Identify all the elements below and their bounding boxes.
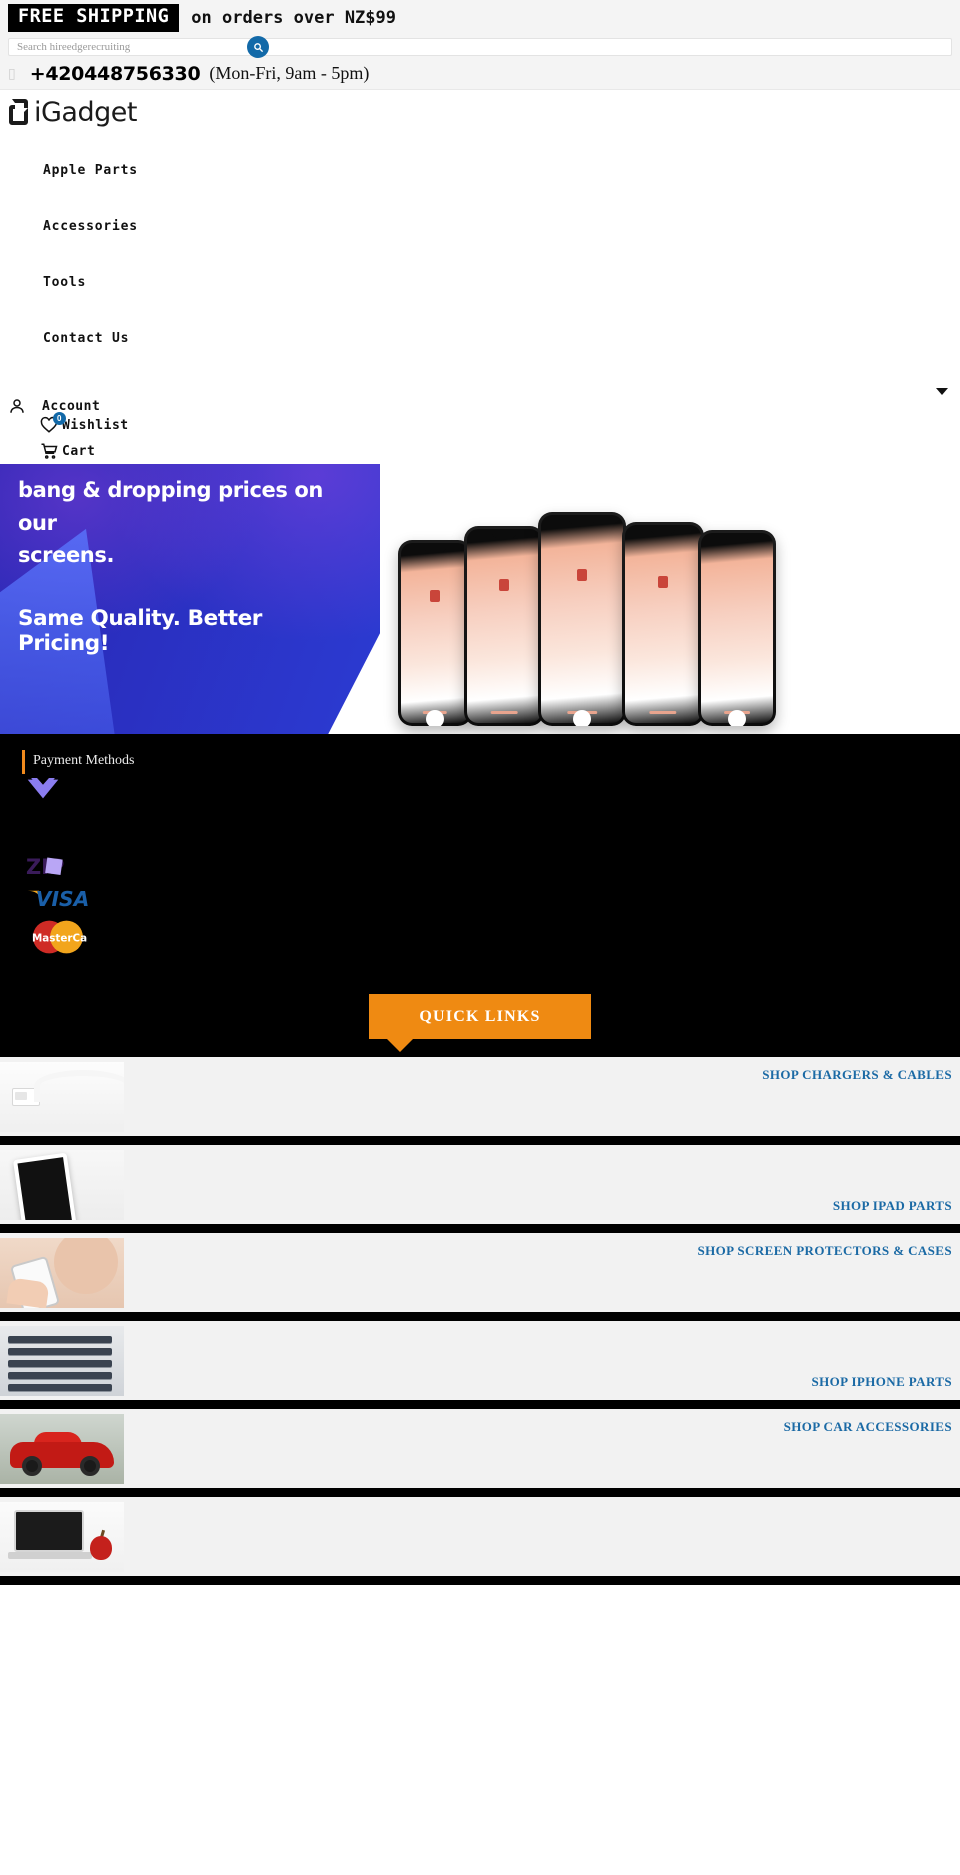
logo-wordmark: iGadget: [34, 96, 137, 128]
nav-item-apple-parts[interactable]: Apple Parts: [0, 142, 960, 198]
quick-link-label-chargers[interactable]: SHOP CHARGERS & CABLES: [762, 1067, 952, 1083]
hero-line-2: screens.: [18, 543, 115, 568]
announcement-text: on orders over NZ$99: [191, 8, 396, 28]
svg-text:MasterCard: MasterCard: [32, 932, 88, 944]
quick-link-label-screen-protectors[interactable]: SHOP SCREEN PROTECTORS & CASES: [698, 1243, 953, 1259]
quick-links-list: SHOP CHARGERS & CABLES SHOP IPAD PARTS S…: [0, 1057, 960, 1585]
hero-copy: bang & dropping prices on our screens. S…: [18, 474, 358, 656]
hero-banner[interactable]: bang & dropping prices on our screens. S…: [0, 464, 960, 734]
quick-link-tile[interactable]: SHOP IPAD PARTS: [0, 1145, 960, 1233]
phone-graphic: [538, 512, 626, 726]
announcement-bar: FREE SHIPPING on orders over NZ$99: [0, 0, 960, 36]
wishlist-link[interactable]: 0 Wishlist: [0, 412, 960, 438]
laptop-apple-photo: [0, 1502, 124, 1572]
free-shipping-chip: FREE SHIPPING: [8, 4, 180, 32]
quick-link-tile[interactable]: SHOP CHARGERS & CABLES: [0, 1057, 960, 1145]
quick-link-label-car-accessories[interactable]: SHOP CAR ACCESSORIES: [784, 1419, 952, 1435]
phone-graphic: [464, 526, 544, 726]
quick-links-banner-row: QUICK LINKS: [0, 956, 960, 1052]
quick-link-label-ipad-parts[interactable]: SHOP IPAD PARTS: [833, 1198, 952, 1214]
chevron-down-icon[interactable]: [936, 388, 948, 395]
payment-logos: ZIP VISA MasterCard: [0, 774, 960, 956]
quick-link-tile[interactable]: [0, 1497, 960, 1585]
quick-link-tile[interactable]: SHOP IPHONE PARTS: [0, 1321, 960, 1409]
footer: Payment Methods ZIP VISA MasterCard QUIC…: [0, 734, 960, 1057]
phone-outline-icon: [9, 99, 28, 125]
wishlist-count-badge: 0: [53, 412, 66, 425]
search-input[interactable]: [9, 39, 951, 55]
mastercard-logo: MasterCard: [32, 920, 88, 954]
screen-protector-photo: [0, 1238, 124, 1308]
site-logo[interactable]: iGadget: [0, 90, 960, 134]
phone-icon: ▯: [8, 65, 16, 82]
nav-item-tools[interactable]: Tools: [0, 254, 960, 310]
phone-graphic: [698, 530, 776, 726]
contact-phone-number[interactable]: +420448756330: [30, 63, 201, 85]
quick-link-label-iphone-parts[interactable]: SHOP IPHONE PARTS: [812, 1374, 952, 1390]
search-bar: [0, 36, 960, 58]
nav-item-accessories[interactable]: Accessories: [0, 198, 960, 254]
iphone-stack-photo: [0, 1326, 124, 1396]
red-car-photo: [0, 1414, 124, 1484]
main-navigation: Apple Parts Accessories Tools Contact Us: [0, 134, 960, 366]
search-field-wrapper: [8, 36, 952, 58]
ipad-photo: [0, 1150, 124, 1220]
cart-icon: [41, 443, 58, 459]
hero-line-1: bang & dropping prices on our: [18, 478, 323, 535]
nav-item-contact-us[interactable]: Contact Us: [0, 310, 960, 366]
payment-methods-heading: Payment Methods: [33, 753, 135, 768]
accent-bar: [22, 750, 25, 774]
hero-tagline: Same Quality. Better Pricing!: [18, 605, 262, 656]
contact-hours: (Mon-Fri, 9am - 5pm): [209, 63, 370, 83]
contact-bar: ▯ +420448756330 (Mon-Fri, 9am - 5pm): [0, 58, 960, 90]
quick-links-banner: QUICK LINKS: [369, 994, 591, 1052]
quick-link-tile[interactable]: SHOP CAR ACCESSORIES: [0, 1409, 960, 1497]
account-link[interactable]: Account: [0, 366, 960, 414]
svg-text:VISA: VISA: [36, 887, 90, 911]
payment-methods-heading-row: Payment Methods: [0, 750, 960, 774]
search-icon: [253, 42, 263, 52]
hero-phone-graphics: [398, 464, 798, 734]
cart-label: Cart: [62, 443, 96, 459]
wishlist-label: Wishlist: [62, 417, 129, 433]
charging-cable-photo: [0, 1062, 124, 1132]
footer-spacer: [0, 1039, 960, 1057]
laybuy-logo: [27, 777, 59, 799]
cart-link[interactable]: Cart: [0, 438, 960, 464]
utility-area: Account 0 Wishlist Cart: [0, 366, 960, 464]
phone-graphic: [398, 540, 472, 726]
visa-logo: VISA: [27, 887, 90, 911]
zip-logo: ZIP: [26, 855, 64, 879]
search-button[interactable]: [247, 36, 269, 58]
quick-link-tile[interactable]: SHOP SCREEN PROTECTORS & CASES: [0, 1233, 960, 1321]
phone-graphic: [622, 522, 704, 726]
